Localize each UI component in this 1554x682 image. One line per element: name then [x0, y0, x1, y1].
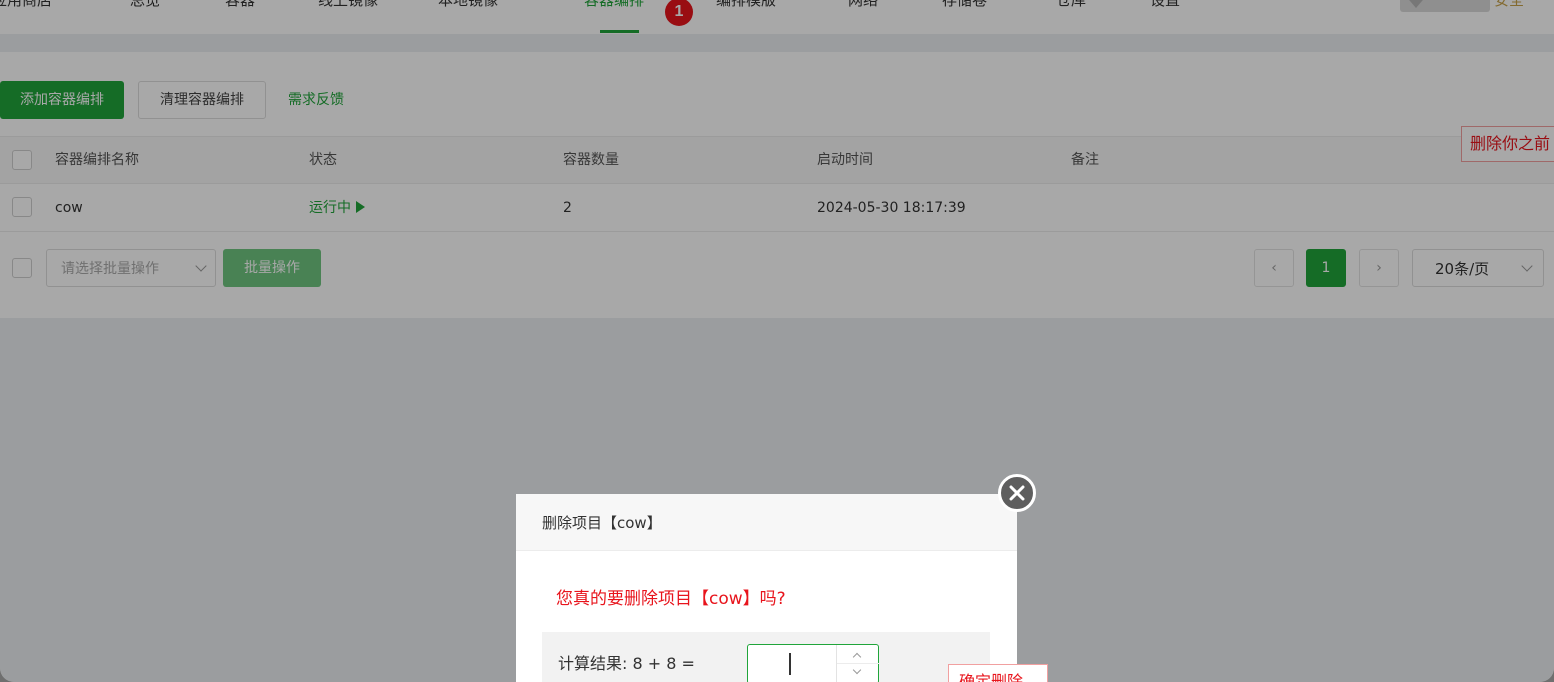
stepper-divider	[837, 663, 879, 664]
chevron-down-icon[interactable]	[852, 665, 862, 675]
chevron-up-icon[interactable]	[852, 652, 862, 662]
confirm-delete-hint: 确定删除	[948, 664, 1048, 682]
dialog-header: 删除项目【cow】	[516, 494, 1017, 551]
close-dialog-button[interactable]	[998, 474, 1036, 512]
delete-project-dialog: 删除项目【cow】 您真的要删除项目【cow】吗? 计算结果: 8 + 8 =	[516, 494, 1017, 682]
close-icon	[1009, 485, 1025, 501]
captcha-label: 计算结果: 8 + 8 =	[558, 654, 695, 673]
text-cursor	[789, 653, 791, 675]
app-window: 应用商店 总览 容器 线上镜像 本地镜像 容器编排 1 编排模版 网络 存储卷 …	[0, 0, 1554, 682]
dialog-title: 删除项目【cow】	[542, 514, 662, 532]
number-stepper[interactable]	[836, 645, 879, 682]
delete-confirm-question: 您真的要删除项目【cow】吗?	[556, 589, 786, 609]
captcha-box: 计算结果: 8 + 8 =	[542, 632, 990, 682]
captcha-input[interactable]	[747, 644, 879, 682]
